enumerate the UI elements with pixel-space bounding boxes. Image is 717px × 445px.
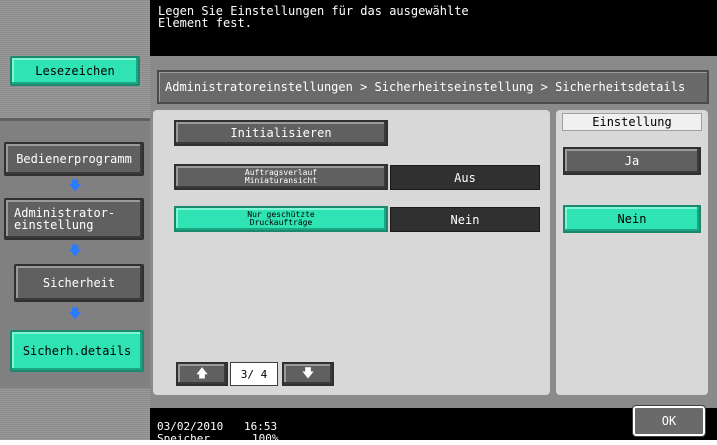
initialize-label: Initialisieren — [230, 126, 332, 140]
memory-label: Speicher — [157, 432, 210, 445]
sidebar-footer-area — [0, 388, 150, 440]
message-line-2: Element fest. — [158, 16, 252, 30]
status-date: 03/02/2010 — [157, 420, 224, 433]
sidebar-item-label: Sicherheit — [42, 276, 116, 290]
arrow-down-icon: 🡇 — [301, 365, 315, 380]
sidebar-item-label: Bedienerprogramm — [16, 152, 132, 166]
instruction-message: Legen Sie Einstellungen für das ausgewäh… — [150, 0, 717, 56]
only-protected-print-jobs-button[interactable]: Nur geschützte Druckaufträge — [174, 206, 388, 232]
row-label-line2: Druckaufträge — [249, 218, 313, 227]
bookmark-label: Lesezeichen — [35, 64, 115, 78]
ok-label: OK — [661, 414, 677, 428]
option-label: Ja — [624, 154, 640, 168]
status-time: 16:53 — [244, 420, 278, 433]
page-down-button[interactable]: 🡇 — [282, 362, 334, 386]
sidebar-item-security[interactable]: Sicherheit — [14, 264, 144, 302]
sidebar-item-admin-settings[interactable]: Administrator- einstellung — [4, 198, 144, 240]
arrow-up-icon: 🡅 — [195, 365, 209, 380]
page-indicator: 3/ 4 — [230, 362, 278, 386]
arrow-down-icon: 🡇 — [68, 307, 82, 322]
sidebar-item-label-line2: einstellung — [14, 218, 94, 232]
ok-button[interactable]: OK — [632, 405, 706, 437]
option-label: Nein — [617, 212, 647, 226]
only-protected-print-jobs-value: Nein — [390, 207, 540, 232]
job-history-thumbnail-value: Aus — [390, 165, 540, 190]
job-history-thumbnail-button[interactable]: Auftragsverlauf Miniaturansicht — [174, 164, 388, 190]
memory-value: 100% — [252, 432, 279, 445]
row-label-line2: Miniaturansicht — [244, 176, 318, 185]
option-yes-button[interactable]: Ja — [563, 147, 701, 175]
page-up-button[interactable]: 🡅 — [176, 362, 228, 386]
sidebar-item-security-details[interactable]: Sicherh.details — [10, 330, 144, 372]
initialize-button[interactable]: Initialisieren — [174, 120, 388, 146]
option-no-button[interactable]: Nein — [563, 205, 701, 233]
value-text: Aus — [454, 170, 476, 185]
arrow-down-icon: 🡇 — [68, 244, 82, 259]
arrow-down-icon: 🡇 — [68, 179, 82, 194]
value-text: Nein — [450, 212, 480, 227]
sidebar-item-operator-program[interactable]: Bedienerprogramm — [4, 142, 144, 176]
status-bar: 03/02/2010 16:53 Speicher 100% — [150, 408, 717, 444]
sidebar-divider — [0, 118, 150, 121]
settings-list-panel — [153, 110, 550, 395]
breadcrumb: Administratoreinstellungen > Sicherheits… — [157, 70, 709, 104]
setting-panel-title: Einstellung — [562, 113, 702, 131]
sidebar-item-label: Sicherh.details — [22, 344, 132, 358]
bookmark-button[interactable]: Lesezeichen — [10, 56, 140, 86]
